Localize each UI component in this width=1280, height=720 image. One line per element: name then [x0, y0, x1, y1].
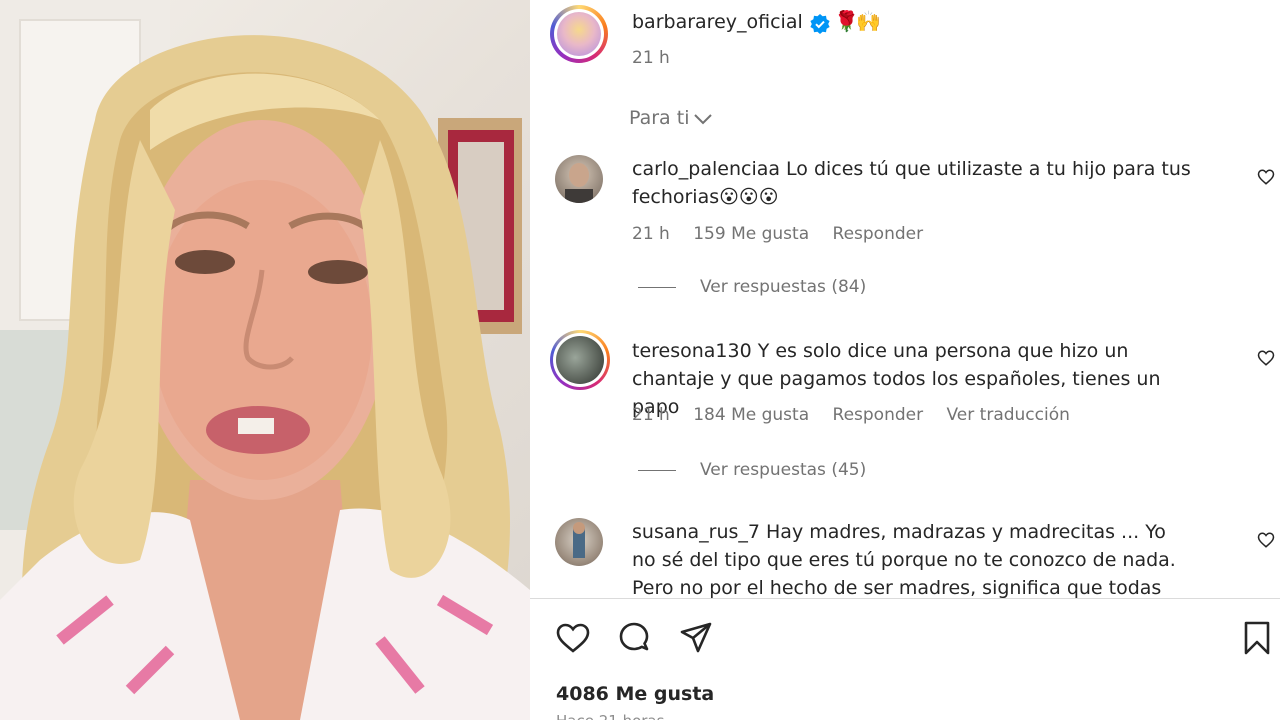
view-replies-button[interactable]: Ver respuestas (45)	[638, 460, 866, 480]
action-bar-divider	[530, 598, 1280, 599]
comment-username[interactable]: carlo_palenciaa	[632, 158, 780, 180]
post-age: Hace 21 horas	[556, 712, 664, 720]
comment-likes-count[interactable]: 159 Me gusta	[693, 224, 809, 244]
sort-label: Para ti	[629, 107, 690, 129]
avatar-photo	[565, 163, 593, 203]
comment-like-heart-icon[interactable]	[1257, 168, 1275, 186]
raised-hands-emoji: 🙌	[856, 9, 881, 33]
bookmark-icon[interactable]	[1239, 620, 1275, 656]
comment-username[interactable]: teresona130	[632, 340, 752, 362]
view-replies-button[interactable]: Ver respuestas (84)	[638, 277, 866, 297]
heart-icon[interactable]	[555, 620, 591, 656]
comment-meta: 21 h 159 Me gusta Responder	[632, 224, 941, 244]
comment-avatar[interactable]	[550, 330, 610, 390]
comment-like-heart-icon[interactable]	[1257, 531, 1275, 549]
comment-sort-dropdown[interactable]: Para ti	[629, 107, 713, 129]
view-replies-label: Ver respuestas (84)	[700, 277, 867, 297]
comment-likes-count[interactable]: 184 Me gusta	[693, 405, 809, 425]
comment-avatar[interactable]	[555, 155, 603, 203]
avatar-photo	[573, 522, 585, 558]
post-likes-count[interactable]: 4086 Me gusta	[556, 683, 714, 705]
comments-panel: barbararey_oficial 🌹 🙌 21 h Para ti carl…	[530, 0, 1280, 720]
comment-avatar[interactable]	[555, 518, 603, 566]
replies-divider-line	[638, 469, 676, 471]
comment-like-heart-icon[interactable]	[1257, 349, 1275, 367]
reply-button[interactable]: Responder	[833, 224, 924, 244]
comment-bubble-icon[interactable]	[616, 620, 652, 656]
comment-meta: 21 h 184 Me gusta Responder Ver traducci…	[632, 405, 1088, 425]
comment-body: carlo_palenciaa Lo dices tú que utilizast…	[632, 155, 1192, 211]
replies-divider-line	[638, 286, 676, 288]
translate-button[interactable]: Ver traducción	[947, 405, 1070, 425]
comment-time: 21 h	[632, 405, 670, 425]
verified-badge-icon	[810, 14, 830, 34]
comment-username[interactable]: susana_rus_7	[632, 521, 760, 543]
post-media[interactable]	[0, 0, 530, 720]
author-username[interactable]: barbararey_oficial	[632, 11, 803, 33]
comment-time: 21 h	[632, 224, 670, 244]
post-timestamp: 21 h	[632, 48, 670, 68]
reply-button[interactable]: Responder	[833, 405, 924, 425]
author-avatar[interactable]	[550, 5, 608, 63]
chevron-down-icon	[694, 113, 713, 124]
video-frame-illustration	[0, 0, 530, 720]
send-paper-plane-icon[interactable]	[678, 620, 714, 656]
view-replies-label: Ver respuestas (45)	[700, 460, 867, 480]
